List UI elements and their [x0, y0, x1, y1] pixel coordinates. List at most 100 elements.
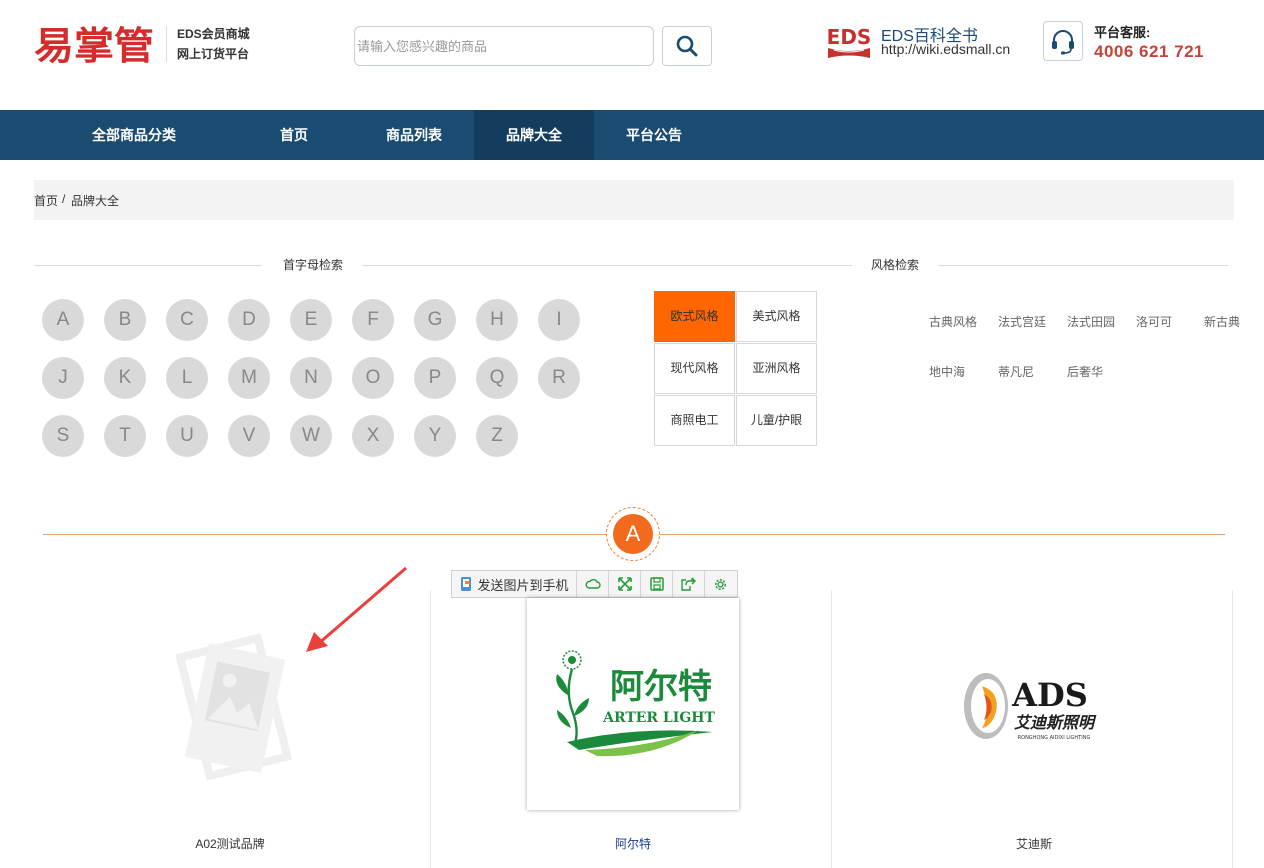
style-modern[interactable]: 现代风格	[654, 343, 735, 394]
cloud-button[interactable]	[577, 571, 609, 597]
letter-search-title: 首字母检索	[283, 256, 344, 273]
image-toolbar: 发送图片到手机	[451, 570, 738, 598]
substyle-post-luxury[interactable]: 后奢华	[1067, 363, 1103, 380]
letter-s[interactable]: S	[42, 415, 84, 457]
letter-f[interactable]: F	[352, 299, 394, 341]
breadcrumb-separator: /	[62, 192, 66, 206]
brand-name-arter[interactable]: 阿尔特	[533, 835, 733, 852]
style-commercial-electrical[interactable]: 商照电工	[654, 395, 735, 446]
settings-button[interactable]	[705, 571, 736, 597]
phone-send-icon	[461, 577, 472, 591]
nav-announcements[interactable]: 平台公告	[594, 110, 714, 160]
letter-k[interactable]: K	[104, 357, 146, 399]
share-icon	[681, 577, 696, 591]
arter-logo-en: ARTER LIGHT	[602, 710, 715, 726]
send-to-phone-button[interactable]: 发送图片到手机	[452, 571, 577, 597]
brand-name-ads[interactable]: 艾迪斯	[934, 835, 1134, 852]
share-button[interactable]	[673, 571, 705, 597]
service-label: 平台客服:	[1094, 25, 1151, 40]
logo-text: 易掌管	[34, 24, 154, 66]
red-arrow-annotation-icon	[306, 566, 407, 652]
brand-column-divider-2	[831, 590, 832, 868]
letter-g[interactable]: G	[414, 299, 456, 341]
letter-d[interactable]: D	[228, 299, 270, 341]
substyle-french-country[interactable]: 法式田园	[1067, 313, 1115, 330]
search-icon	[676, 35, 698, 57]
substyle-neoclassical[interactable]: 新古典	[1204, 313, 1240, 330]
section-a-badge: A	[613, 514, 653, 554]
service-phone: 4006 621 721	[1094, 42, 1204, 61]
letter-c[interactable]: C	[166, 299, 208, 341]
style-kids-eyecare[interactable]: 儿童/护眼	[736, 395, 817, 446]
save-button[interactable]	[641, 571, 673, 597]
letter-n[interactable]: N	[290, 357, 332, 399]
logo-tagline-1: EDS会员商城	[177, 27, 250, 41]
style-european[interactable]: 欧式风格	[654, 291, 735, 342]
cloud-icon	[585, 578, 601, 589]
letter-m[interactable]: M	[228, 357, 270, 399]
letter-a[interactable]: A	[42, 299, 84, 341]
letter-z[interactable]: Z	[476, 415, 518, 457]
nav-all-categories[interactable]: 全部商品分类	[74, 110, 194, 160]
letter-q[interactable]: Q	[476, 357, 518, 399]
ads-logo-sub: RONGHONG AIDIXI LIGHTING	[1018, 735, 1091, 741]
brand-name-a02[interactable]: A02测试品牌	[130, 835, 330, 852]
settings-icon	[715, 578, 726, 590]
nav-brands[interactable]: 品牌大全	[474, 110, 594, 160]
nav-product-list[interactable]: 商品列表	[354, 110, 474, 160]
style-asian[interactable]: 亚洲风格	[736, 343, 817, 394]
send-to-phone-label: 发送图片到手机	[477, 577, 569, 593]
search-button[interactable]	[662, 26, 712, 66]
yizhangguan-logo[interactable]: 易掌管	[34, 22, 154, 66]
ads-logo-cn: 艾迪斯照明	[1014, 713, 1097, 732]
style-american[interactable]: 美式风格	[736, 291, 817, 342]
search-input[interactable]	[354, 26, 654, 66]
substyle-classical[interactable]: 古典风格	[929, 313, 977, 330]
letter-i[interactable]: I	[538, 299, 580, 341]
breadcrumb-home[interactable]: 首页	[34, 192, 58, 209]
breadcrumb-current: 品牌大全	[71, 194, 120, 208]
eds-wiki-url[interactable]: http://wiki.edsmall.cn	[881, 41, 1010, 57]
ads-logo-en: ADS	[1011, 676, 1088, 714]
substyle-mediterranean[interactable]: 地中海	[929, 363, 965, 380]
letter-search-rule-left	[34, 265, 262, 266]
letter-y[interactable]: Y	[414, 415, 456, 457]
arter-light-logo-box[interactable]: 阿尔特 ARTER LIGHT	[527, 598, 739, 810]
letter-t[interactable]: T	[104, 415, 146, 457]
headset-icon	[1052, 30, 1074, 55]
substyle-tiffany[interactable]: 蒂凡尼	[998, 363, 1034, 380]
letter-search-rule-right	[362, 265, 852, 266]
main-nav: 全部商品分类 首页 商品列表 品牌大全 平台公告	[0, 110, 1264, 160]
fullscreen-button[interactable]	[609, 571, 641, 597]
nav-home[interactable]: 首页	[234, 110, 354, 160]
brand-column-divider-1	[430, 590, 431, 868]
letter-v[interactable]: V	[228, 415, 270, 457]
letter-u[interactable]: U	[166, 415, 208, 457]
eds-logo-text: EDS	[827, 25, 872, 49]
letter-b[interactable]: B	[104, 299, 146, 341]
arter-light-logo: 阿尔特 ARTER LIGHT	[556, 650, 716, 757]
style-search-title: 风格检索	[871, 256, 920, 273]
substyle-french-palace[interactable]: 法式宫廷	[998, 313, 1046, 330]
letter-h[interactable]: H	[476, 299, 518, 341]
save-icon	[649, 577, 664, 591]
letter-e[interactable]: E	[290, 299, 332, 341]
fullscreen-icon	[617, 577, 632, 591]
breadcrumb: 首页 / 品牌大全	[34, 180, 1234, 220]
eds-wiki-logo[interactable]: EDS	[824, 24, 874, 60]
letter-x[interactable]: X	[352, 415, 394, 457]
letter-r[interactable]: R	[538, 357, 580, 399]
letter-p[interactable]: P	[414, 357, 456, 399]
brand-column-divider-3	[1232, 590, 1233, 868]
ads-lighting-logo[interactable]: ADS 艾迪斯照明 RONGHONG AIDIXI LIGHTING	[958, 668, 1112, 744]
placeholder-image-icon[interactable]	[176, 632, 292, 784]
logo-divider	[166, 26, 167, 62]
letter-o[interactable]: O	[352, 357, 394, 399]
substyle-rococo[interactable]: 洛可可	[1136, 313, 1172, 330]
customer-service-button[interactable]	[1043, 21, 1083, 61]
letter-w[interactable]: W	[290, 415, 332, 457]
style-search-rule	[938, 265, 1228, 266]
arter-logo-cn: 阿尔特	[610, 667, 712, 707]
letter-j[interactable]: J	[42, 357, 84, 399]
letter-l[interactable]: L	[166, 357, 208, 399]
